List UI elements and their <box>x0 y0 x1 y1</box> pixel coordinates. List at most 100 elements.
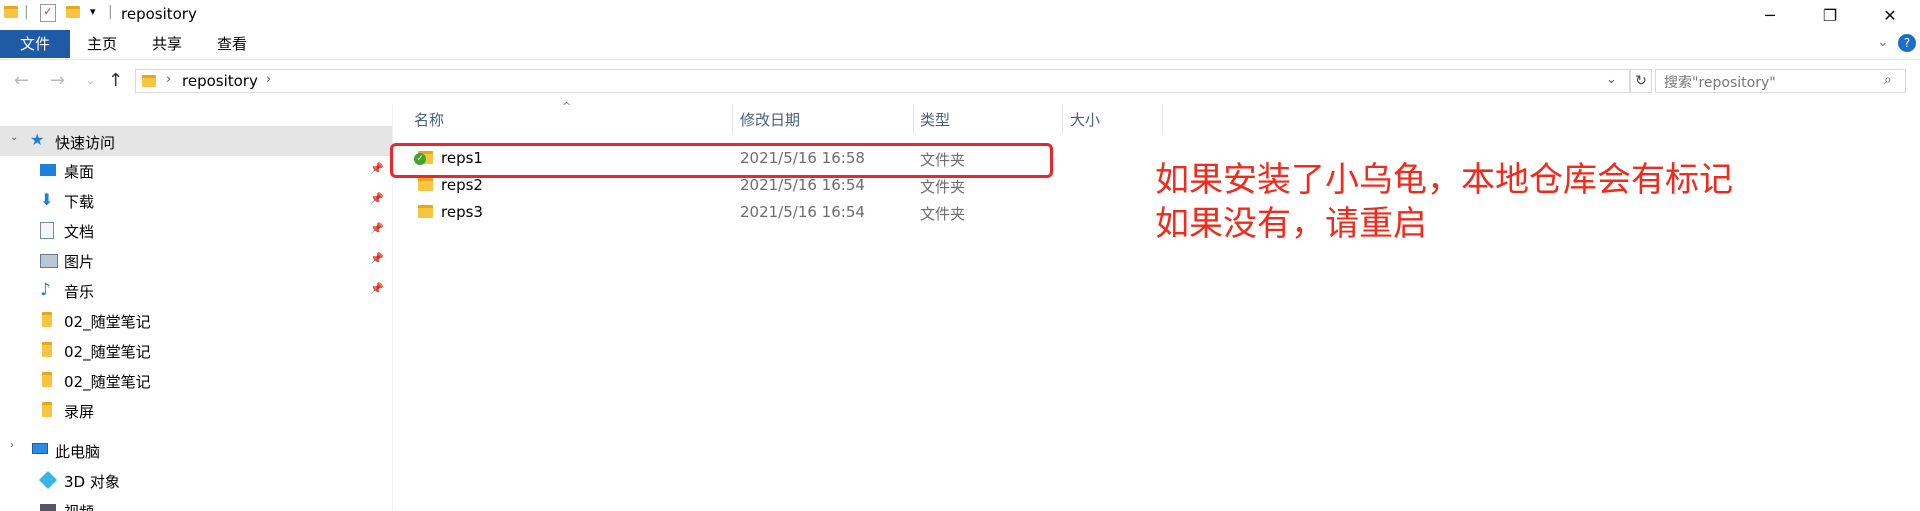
separator: | <box>108 4 113 20</box>
sidebar-item-label: 音乐 <box>64 283 95 301</box>
picture-icon <box>40 254 58 268</box>
sort-ascending-icon: ^ <box>562 100 572 113</box>
forward-icon[interactable]: → <box>50 70 65 91</box>
computer-icon <box>32 443 48 454</box>
pin-icon[interactable]: 📌 <box>370 162 384 175</box>
highlight-box <box>390 143 1053 178</box>
folder-icon <box>42 402 52 417</box>
sidebar-item-label: 视频 <box>64 501 94 511</box>
sidebar-item-label: 图片 <box>64 253 95 271</box>
back-icon[interactable]: ← <box>14 70 29 91</box>
restore-button[interactable]: ❐ <box>1800 0 1860 30</box>
3d-objects-icon <box>38 470 58 490</box>
sidebar-item-label: 3D 对象 <box>64 473 120 491</box>
sidebar-item-music[interactable]: ♪ 音乐 📌 <box>0 276 392 304</box>
document-icon <box>40 222 54 239</box>
up-icon[interactable]: ↑ <box>108 70 123 91</box>
close-button[interactable]: ✕ <box>1860 0 1920 30</box>
column-header-name[interactable]: 名称 <box>414 106 444 134</box>
desktop-icon <box>40 164 56 176</box>
search-placeholder: 搜索"repository" <box>1664 75 1776 91</box>
file-name: reps2 <box>441 176 483 194</box>
sidebar-item-videos[interactable]: 视频 <box>0 496 392 511</box>
sidebar-item-label: 桌面 <box>64 163 95 181</box>
video-icon <box>40 504 56 511</box>
annotation-line-2: 如果没有，请重启 <box>1155 204 1427 244</box>
sidebar-quick-access[interactable]: ⌄ ★ 快速访问 <box>0 126 392 156</box>
breadcrumb-repository[interactable]: repository <box>182 72 258 90</box>
sidebar-item-label: 02_随堂笔记 <box>64 313 151 331</box>
sidebar-item-label: 02_随堂笔记 <box>64 373 151 391</box>
folder-icon <box>42 342 52 357</box>
star-icon: ★ <box>30 130 45 149</box>
column-divider[interactable] <box>1062 104 1063 134</box>
sidebar-item-label: 下载 <box>64 193 95 211</box>
file-type: 文件夹 <box>920 178 966 196</box>
download-icon: ⬇ <box>40 190 54 209</box>
music-icon: ♪ <box>40 280 51 300</box>
new-folder-icon[interactable] <box>66 6 80 18</box>
search-icon[interactable]: ⌕ <box>1884 72 1892 88</box>
customize-toolbar-icon[interactable]: ▾ <box>90 5 96 18</box>
folder-icon <box>142 75 156 87</box>
pin-icon[interactable]: 📌 <box>370 282 384 295</box>
title-bar: | ✓ ▾ | repository ─ ❐ ✕ <box>0 0 1920 30</box>
sidebar-this-pc[interactable]: › 此电脑 <box>0 436 392 464</box>
pin-icon[interactable]: 📌 <box>370 252 384 265</box>
column-divider[interactable] <box>913 104 914 134</box>
chevron-down-icon[interactable]: ⌄ <box>10 132 18 143</box>
column-header-size[interactable]: 大小 <box>1070 106 1100 134</box>
refresh-icon[interactable]: ↻ <box>1630 69 1652 93</box>
sidebar-item-3d-objects[interactable]: 3D 对象 <box>0 466 392 494</box>
sidebar-item-notes-2[interactable]: 02_随堂笔记 <box>0 336 392 364</box>
file-type: 文件夹 <box>920 205 966 223</box>
folder-icon <box>42 312 52 327</box>
chevron-right-icon[interactable]: › <box>166 72 171 87</box>
properties-icon[interactable]: ✓ <box>40 4 56 22</box>
file-name: reps3 <box>441 203 483 221</box>
sidebar-item-label: 录屏 <box>64 403 95 421</box>
navigation-pane: ⌄ ★ 快速访问 桌面 📌 ⬇ 下载 📌 文档 📌 图片 📌 ♪ 音乐 📌 02… <box>0 104 393 511</box>
annotation-line-1: 如果安装了小乌龟，本地仓库会有标记 <box>1155 160 1733 200</box>
pin-icon[interactable]: 📌 <box>370 192 384 205</box>
folder-icon <box>42 372 52 387</box>
expand-ribbon-icon[interactable]: ⌄ <box>1877 34 1889 50</box>
tab-view[interactable]: 查看 <box>210 30 254 58</box>
sidebar-item-label: 文档 <box>64 223 95 241</box>
chevron-right-icon[interactable]: › <box>266 72 271 87</box>
sidebar-item-notes-1[interactable]: 02_随堂笔记 <box>0 306 392 334</box>
column-divider[interactable] <box>732 104 733 134</box>
sidebar-item-pictures[interactable]: 图片 📌 <box>0 246 392 274</box>
sidebar-item-desktop[interactable]: 桌面 📌 <box>0 156 392 184</box>
separator: | <box>24 4 29 20</box>
column-divider[interactable] <box>1162 104 1163 134</box>
file-date: 2021/5/16 16:54 <box>740 203 865 221</box>
tab-home[interactable]: 主页 <box>80 30 124 58</box>
folder-icon <box>4 6 18 18</box>
sidebar-item-downloads[interactable]: ⬇ 下载 📌 <box>0 186 392 214</box>
column-header-date[interactable]: 修改日期 <box>740 106 800 134</box>
sidebar-item-recordings[interactable]: 录屏 <box>0 396 392 424</box>
address-bar[interactable]: › repository › ⌄ <box>135 69 1630 93</box>
sidebar-item-label: 快速访问 <box>55 134 116 152</box>
address-row: ← → ⌄ ↑ › repository › ⌄ ↻ 搜索"repository… <box>0 60 1920 104</box>
search-input[interactable]: 搜索"repository" ⌕ <box>1655 69 1906 93</box>
sidebar-item-notes-3[interactable]: 02_随堂笔记 <box>0 366 392 394</box>
sidebar-item-documents[interactable]: 文档 📌 <box>0 216 392 244</box>
annotation-text: 如果安装了小乌龟，本地仓库会有标记 如果没有，请重启 <box>1155 158 1733 246</box>
sidebar-item-label: 02_随堂笔记 <box>64 343 151 361</box>
pin-icon[interactable]: 📌 <box>370 222 384 235</box>
column-header-type[interactable]: 类型 <box>920 106 950 134</box>
help-icon[interactable]: ? <box>1898 34 1916 52</box>
file-row-reps3[interactable]: reps3 2021/5/16 16:54 文件夹 <box>400 199 1040 226</box>
tab-share[interactable]: 共享 <box>145 30 189 58</box>
tab-file[interactable]: 文件 <box>0 30 70 58</box>
file-date: 2021/5/16 16:54 <box>740 176 865 194</box>
folder-icon <box>418 205 433 218</box>
chevron-down-icon[interactable]: ⌄ <box>1606 72 1617 87</box>
minimize-button[interactable]: ─ <box>1740 0 1800 30</box>
chevron-right-icon[interactable]: › <box>10 440 14 451</box>
ribbon-tabs: 文件 主页 共享 查看 ⌄ ? <box>0 30 1920 60</box>
recent-locations-icon[interactable]: ⌄ <box>86 74 95 87</box>
sidebar-item-label: 此电脑 <box>55 443 101 461</box>
